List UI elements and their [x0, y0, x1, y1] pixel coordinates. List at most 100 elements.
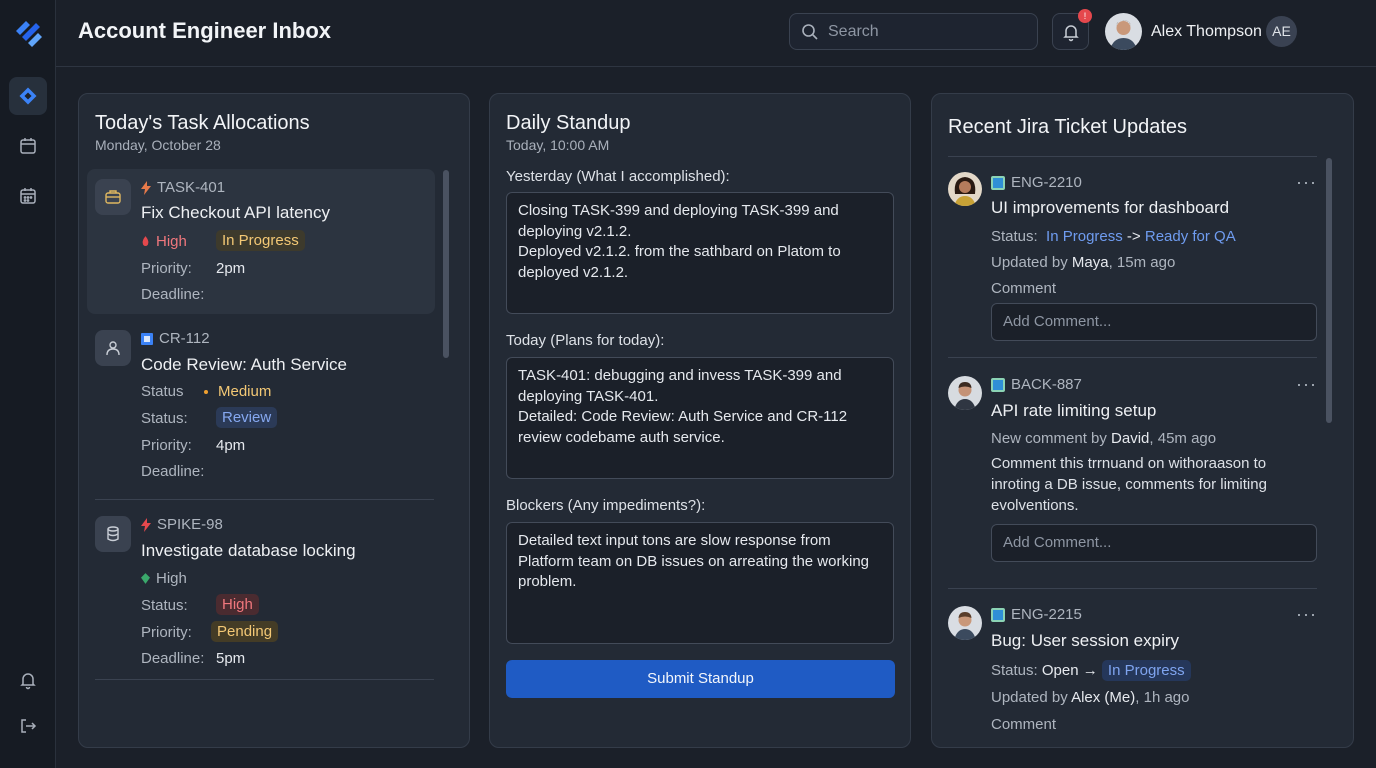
- avatar[interactable]: [1105, 13, 1142, 50]
- sidebar: [0, 0, 56, 768]
- user-icon: [95, 330, 131, 366]
- comment-text: Comment this trrnuand on withoraason to …: [991, 455, 1267, 514]
- search-icon: [802, 23, 818, 40]
- shield-icon: [141, 573, 150, 584]
- jira-ticket-card[interactable]: ENG-2215 ··· Bug: User session expiry St…: [948, 604, 1318, 746]
- priority-row-label: Priority:: [141, 260, 192, 277]
- briefcase-icon: [95, 179, 131, 215]
- notification-badge: !: [1078, 9, 1092, 23]
- divider: [948, 588, 1317, 589]
- blockers-label: Blockers (Any impediments?):: [506, 497, 706, 514]
- yesterday-textarea[interactable]: Closing TASK-399 and deploying TASK-399 …: [506, 192, 894, 314]
- status-from: In Progress: [1046, 228, 1123, 245]
- divider: [948, 357, 1317, 358]
- task-allocations-panel: Today's Task Allocations Monday, October…: [78, 93, 470, 748]
- database-icon: [95, 516, 131, 552]
- more-icon[interactable]: ···: [1296, 374, 1317, 395]
- task-id: SPIKE-98: [157, 516, 223, 533]
- add-comment-input[interactable]: Add Comment...: [991, 303, 1317, 341]
- inbox-icon: [19, 87, 37, 105]
- calendar-grid-icon: [20, 188, 36, 204]
- updated-by: Updated by Maya, 15m ago: [991, 254, 1176, 271]
- square-icon: [141, 332, 153, 345]
- priority-badge: Pending: [211, 621, 279, 642]
- today-textarea[interactable]: TASK-401: debugging and invess TASK-399 …: [506, 357, 894, 479]
- ticket-icon: [991, 175, 1005, 190]
- divider: [948, 156, 1317, 157]
- submit-standup-button[interactable]: Submit Standup: [506, 660, 895, 698]
- sidebar-item-inbox[interactable]: [9, 77, 47, 115]
- status-label: Status:: [141, 597, 188, 614]
- status-badge: High: [216, 594, 259, 615]
- status-badge: In Progress: [216, 230, 305, 251]
- task-title: Investigate database locking: [141, 541, 356, 560]
- task-card[interactable]: TASK-401 Fix Checkout API latency High I…: [87, 169, 435, 314]
- panel-title: Daily Standup: [506, 112, 631, 134]
- avatar: [948, 376, 982, 410]
- status-row-label: Status: [141, 383, 184, 400]
- today-label: Today (Plans for today):: [506, 332, 665, 349]
- task-id: TASK-401: [157, 179, 226, 196]
- daily-standup-panel: Daily Standup Today, 10:00 AM Yesterday …: [489, 93, 911, 748]
- updated-by: Updated by Alex (Me), 1h ago: [991, 689, 1190, 706]
- bell-icon: [20, 673, 36, 690]
- user-initials-badge[interactable]: AE: [1266, 16, 1297, 47]
- status-change: Status: Open → In Progress: [991, 660, 1191, 681]
- sidebar-item-logout[interactable]: [9, 707, 47, 745]
- flame-icon: [142, 236, 149, 246]
- jira-ticket-card[interactable]: ENG-2210 ··· UI improvements for dashboa…: [948, 172, 1318, 362]
- user-name[interactable]: Alex Thompson: [1151, 23, 1262, 41]
- scrollbar[interactable]: [443, 170, 449, 358]
- panel-time: Today, 10:00 AM: [506, 137, 610, 153]
- panel-title: Today's Task Allocations: [95, 112, 310, 134]
- task-card[interactable]: CR-112 Code Review: Auth Service Status …: [87, 324, 435, 494]
- blockers-textarea[interactable]: Detailed text input tons are slow respon…: [506, 522, 894, 644]
- status-to: In Progress: [1101, 660, 1191, 681]
- priority-row-value: 2pm: [216, 260, 246, 277]
- task-id: CR-112: [159, 330, 210, 347]
- task-title: Code Review: Auth Service: [141, 355, 347, 374]
- deadline-label: Deadline:: [141, 650, 205, 667]
- sidebar-item-notifications[interactable]: [9, 661, 47, 699]
- comment-label: Comment: [991, 716, 1057, 733]
- more-icon[interactable]: ···: [1296, 604, 1317, 625]
- scrollbar[interactable]: [1326, 158, 1332, 423]
- ticket-title: UI improvements for dashboard: [991, 198, 1230, 217]
- logo-icon[interactable]: [12, 14, 44, 48]
- yesterday-label: Yesterday (What I accomplished):: [506, 168, 730, 185]
- jira-updates-panel: Recent Jira Ticket Updates ENG-2210 ··· …: [931, 93, 1354, 748]
- jira-ticket-card[interactable]: BACK-887 ··· API rate limiting setup New…: [948, 374, 1318, 576]
- status-change: Status: In Progress -> Ready for QA: [991, 228, 1236, 245]
- priority-value: 4pm: [216, 437, 246, 454]
- task-card[interactable]: SPIKE-98 Investigate database locking Hi…: [87, 512, 435, 672]
- deadline-label: Deadline:: [141, 463, 205, 480]
- sidebar-item-schedule[interactable]: [9, 177, 47, 215]
- sidebar-item-calendar[interactable]: [9, 127, 47, 165]
- priority-label: Priority:: [141, 437, 192, 454]
- status-to: Ready for QA: [1144, 228, 1236, 245]
- ticket-key: ENG-2215: [1011, 606, 1082, 623]
- comment-meta: New comment by David, 45m ago: [991, 430, 1217, 447]
- priority-label: Priority:: [141, 624, 192, 641]
- search-input[interactable]: [828, 22, 1018, 41]
- status-badge: Review: [216, 407, 278, 428]
- divider: [95, 679, 434, 680]
- page-title: Account Engineer Inbox: [78, 18, 332, 43]
- comment-label: Comment: [991, 280, 1057, 297]
- ticket-key: ENG-2210: [1011, 174, 1082, 191]
- avatar: [948, 172, 982, 206]
- ticket-icon: [991, 607, 1005, 622]
- more-icon[interactable]: ···: [1296, 172, 1317, 193]
- logout-icon: [21, 719, 37, 733]
- avatar: [948, 606, 982, 640]
- bolt-icon: [141, 180, 151, 195]
- add-comment-input[interactable]: Add Comment...: [991, 524, 1317, 562]
- panel-date: Monday, October 28: [95, 137, 221, 153]
- search-box[interactable]: [789, 13, 1038, 50]
- bell-icon: [1062, 24, 1079, 41]
- divider: [95, 499, 434, 500]
- severity-label: Medium: [218, 383, 272, 400]
- ticket-icon: [991, 377, 1005, 392]
- deadline-value: 5pm: [216, 650, 246, 667]
- deadline-label: Deadline:: [141, 286, 205, 303]
